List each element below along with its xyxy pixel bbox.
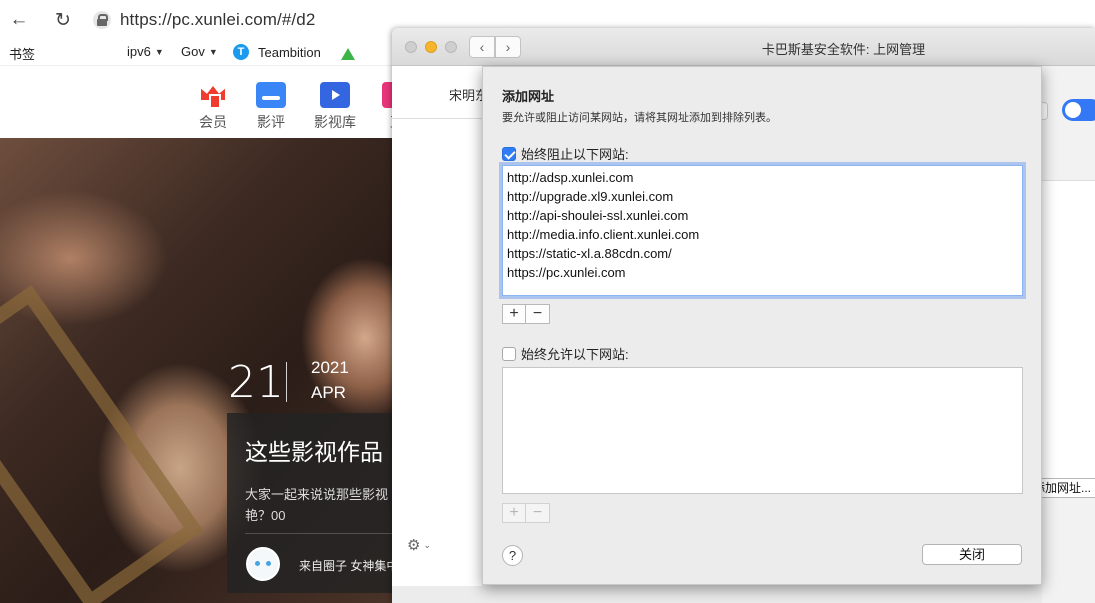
background-field: [1042, 102, 1048, 120]
window-title: 卡巴斯基安全软件: 上网管理: [761, 42, 926, 57]
date-divider: [286, 362, 287, 402]
teambition-icon: T: [233, 44, 249, 60]
checkbox-unchecked[interactable]: [502, 346, 516, 361]
add-allow-url-button[interactable]: +: [502, 503, 526, 523]
background-list: [1042, 180, 1095, 480]
window-titlebar[interactable]: ‹ › 卡巴斯基安全软件: 上网管理: [392, 28, 1095, 66]
background-toggle[interactable]: [1062, 99, 1095, 121]
article-date-month: APR: [311, 383, 346, 402]
list-item[interactable]: https://pc.xunlei.com: [503, 263, 1022, 282]
vip-icon: [198, 82, 228, 109]
avatar[interactable]: [246, 547, 280, 581]
checkbox-checked[interactable]: [502, 146, 516, 161]
nav-item-review[interactable]: 影评: [246, 82, 296, 132]
list-item[interactable]: http://api-shoulei-ssl.xunlei.com: [503, 206, 1022, 225]
caret-down-icon: ▼: [208, 46, 218, 57]
chevron-down-icon: ⌄: [423, 539, 431, 550]
always-allow-checkbox[interactable]: 始终允许以下网站:: [502, 344, 629, 363]
bookmark-folder-gov[interactable]: Gov ▼: [181, 44, 218, 59]
article-date-year: 2021: [311, 358, 349, 377]
nav-item-vip[interactable]: 会员: [188, 82, 238, 132]
list-item[interactable]: http://adsp.xunlei.com: [503, 168, 1022, 187]
block-list[interactable]: http://adsp.xunlei.com http://upgrade.xl…: [502, 165, 1023, 296]
gear-icon: ⚙: [407, 537, 421, 554]
help-button[interactable]: ?: [502, 545, 523, 566]
remove-allow-url-button[interactable]: −: [526, 503, 550, 523]
remove-block-url-button[interactable]: −: [526, 304, 550, 324]
add-url-sheet: 添加网址 要允许或阻止访问某网站，请将其网址添加到排除列表。 始终阻止以下网站:…: [482, 66, 1042, 585]
nav-item-film-library[interactable]: 影视库: [310, 82, 360, 132]
hero-picture-frame: [0, 284, 204, 603]
article-description: 大家一起来说说那些影视 艳？00: [245, 487, 389, 523]
close-button[interactable]: 关闭: [922, 544, 1022, 565]
address-bar[interactable]: https://pc.xunlei.com/#/d2: [120, 10, 315, 30]
green-bookmark-icon[interactable]: [341, 48, 355, 60]
lock-icon[interactable]: [93, 11, 111, 29]
bookmark-shuqian[interactable]: 书签: [9, 44, 35, 63]
film-library-icon: [320, 82, 350, 108]
block-list-controls: + −: [502, 304, 550, 324]
app-content-left: [392, 66, 482, 586]
add-block-url-button[interactable]: +: [502, 304, 526, 324]
list-item[interactable]: http://media.info.client.xunlei.com: [503, 225, 1022, 244]
bookmark-teambition[interactable]: T Teambition: [233, 44, 321, 60]
always-block-checkbox[interactable]: 始终阻止以下网站:: [502, 144, 629, 163]
divider: [392, 118, 482, 119]
allow-list[interactable]: [502, 367, 1023, 494]
article-date-day: 21: [228, 357, 284, 408]
reload-icon[interactable]: ↻: [50, 7, 76, 33]
review-icon: [256, 82, 286, 108]
bookmark-folder-ipv6[interactable]: ipv6 ▼: [127, 44, 164, 59]
list-item[interactable]: https://static-xl.a.88cdn.com/: [503, 244, 1022, 263]
article-title[interactable]: 这些影视作品: [245, 433, 383, 467]
card-divider: [245, 533, 395, 534]
add-url-button[interactable]: 添加网址...: [1038, 478, 1095, 498]
sheet-title: 添加网址: [502, 89, 555, 104]
allow-list-controls: + −: [502, 503, 550, 523]
settings-menu[interactable]: ⚙ ⌄: [407, 536, 431, 554]
arrow-left-icon[interactable]: ←: [6, 7, 32, 33]
caret-down-icon: ▼: [154, 46, 164, 57]
list-item[interactable]: http://upgrade.xl9.xunlei.com: [503, 187, 1022, 206]
sheet-description: 要允许或阻止访问某网站，请将其网址添加到排除列表。: [502, 112, 777, 124]
site-header: 会员 影评 影视库 直: [0, 66, 412, 138]
